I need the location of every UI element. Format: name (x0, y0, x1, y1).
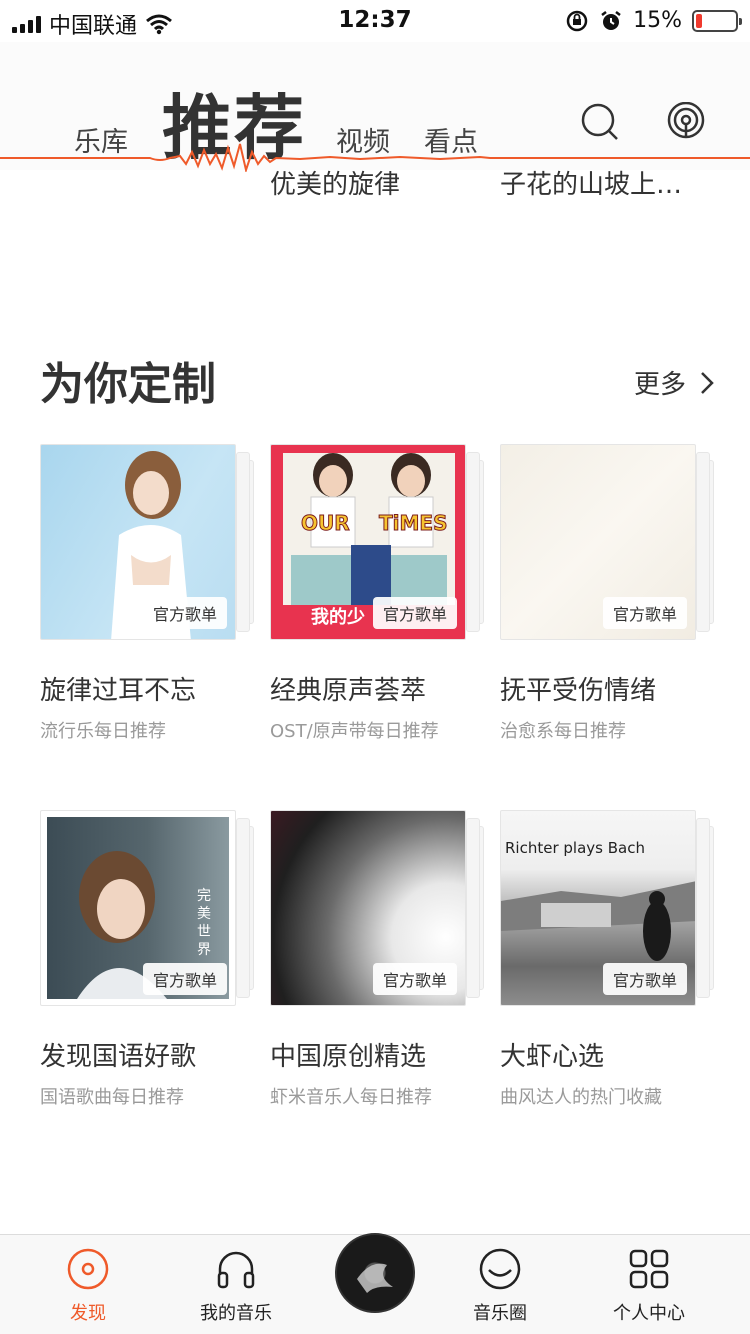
official-playlist-badge: 官方歌单 (602, 597, 687, 629)
chevron-right-icon (701, 371, 714, 394)
stack-layer (696, 452, 710, 632)
card-subtitle: 曲风达人的热门收藏 (500, 1087, 662, 1108)
nav-label: 个人中心 (613, 1303, 685, 1324)
battery-percent: 15% (633, 8, 682, 33)
status-bar: 中国联通 12:37 15% (0, 0, 750, 42)
cover-stack: 官方歌单 (40, 444, 254, 640)
cover-image: 官方歌单 (500, 444, 696, 640)
stack-layer (466, 452, 480, 632)
card-title: 抚平受伤情绪 (500, 676, 657, 706)
cover-text: Richter plays Bach (505, 839, 645, 857)
playlist-card[interactable]: 官方歌单 抚平受伤情绪 治愈系每日推荐 (500, 444, 714, 743)
card-subtitle: OST/原声带每日推荐 (270, 721, 439, 742)
stack-layer (236, 818, 250, 998)
nav-label: 音乐圈 (473, 1303, 527, 1324)
playlist-card[interactable]: 官方歌单 旋律过耳不忘 流行乐每日推荐 (40, 444, 254, 743)
cover-text: TiMES (378, 511, 448, 536)
stack-layer (466, 818, 480, 998)
nav-discover[interactable]: 发现 (18, 1247, 158, 1325)
card-subtitle: 治愈系每日推荐 (500, 721, 626, 742)
card-title: 发现国语好歌 (40, 1042, 197, 1072)
cover-stack: OUR TiMES 我的少 官方歌单 (270, 444, 484, 640)
search-icon[interactable] (580, 102, 620, 142)
official-playlist-badge: 官方歌单 (142, 597, 227, 629)
stack-layer (696, 818, 710, 998)
bottom-nav: 发现 我的音乐 音乐圈 个人中心 (0, 1233, 750, 1334)
cover-stack: Richter plays Bach 官方歌单 (500, 810, 714, 1006)
section-title: 为你定制 (40, 359, 216, 410)
headphones-icon (217, 1251, 255, 1289)
card-title: 中国原创精选 (270, 1042, 427, 1072)
nav-my-music[interactable]: 我的音乐 (166, 1247, 306, 1325)
official-playlist-badge: 官方歌单 (372, 963, 457, 995)
card-title: 大虾心选 (500, 1042, 605, 1072)
prev-card-title-2[interactable]: 子花的山坡上… (500, 164, 682, 201)
playlist-card[interactable]: 官方歌单 中国原创精选 虾米音乐人每日推荐 (270, 810, 484, 1109)
stack-layer (236, 452, 250, 632)
card-subtitle: 虾米音乐人每日推荐 (270, 1087, 432, 1108)
card-subtitle: 国语歌曲每日推荐 (40, 1087, 184, 1108)
playlist-card[interactable]: Richter plays Bach 官方歌单 大虾心选 曲风达人的热门收藏 (500, 810, 714, 1109)
nav-profile[interactable]: 个人中心 (579, 1247, 719, 1325)
more-label: 更多 (633, 370, 686, 400)
album-art (357, 1263, 393, 1293)
cover-image: 官方歌单 (270, 810, 466, 1006)
playlist-card[interactable]: 完美世界 官方歌单 发现国语好歌 国语歌曲每日推荐 (40, 810, 254, 1109)
card-title: 旋律过耳不忘 (40, 676, 197, 706)
nav-label: 我的音乐 (200, 1303, 272, 1324)
now-playing-disc[interactable] (335, 1233, 415, 1313)
cover-stack: 完美世界 官方歌单 (40, 810, 254, 1006)
more-button[interactable]: 更多 (634, 364, 714, 401)
smile-icon (479, 1248, 521, 1290)
nav-label: 发现 (70, 1303, 106, 1324)
status-right: 15% (565, 8, 742, 33)
nav-music-circle[interactable]: 音乐圈 (430, 1247, 570, 1325)
cover-image: Richter plays Bach 官方歌单 (500, 810, 696, 1006)
top-tab-bar: 乐库 推荐 视频 看点 (0, 42, 750, 172)
prev-card-title-1[interactable]: 优美的旋律 (270, 164, 400, 201)
battery-fill (696, 13, 702, 28)
cover-text: 我的少 (311, 607, 365, 628)
grid-icon (629, 1249, 669, 1289)
cover-text: OUR (301, 511, 351, 536)
battery-icon (692, 9, 742, 32)
cover-image: 官方歌单 (40, 444, 236, 640)
orientation-lock-icon (566, 10, 588, 31)
cover-image: OUR TiMES 我的少 官方歌单 (270, 444, 466, 640)
discover-icon (67, 1248, 109, 1290)
cover-image: 完美世界 官方歌单 (40, 810, 236, 1006)
card-subtitle: 流行乐每日推荐 (40, 721, 166, 742)
cover-stack: 官方歌单 (270, 810, 484, 1006)
official-playlist-badge: 官方歌单 (602, 963, 687, 995)
cover-stack: 官方歌单 (500, 444, 714, 640)
playlist-card[interactable]: OUR TiMES 我的少 官方歌单 经典原声荟萃 OST/原声带每日推荐 (270, 444, 484, 743)
card-title: 经典原声荟萃 (270, 676, 427, 706)
official-playlist-badge: 官方歌单 (142, 963, 227, 995)
official-playlist-badge: 官方歌单 (372, 597, 457, 629)
cover-text: 完美世界 (197, 888, 211, 958)
broadcast-icon[interactable] (666, 102, 706, 142)
alarm-icon (601, 10, 621, 30)
